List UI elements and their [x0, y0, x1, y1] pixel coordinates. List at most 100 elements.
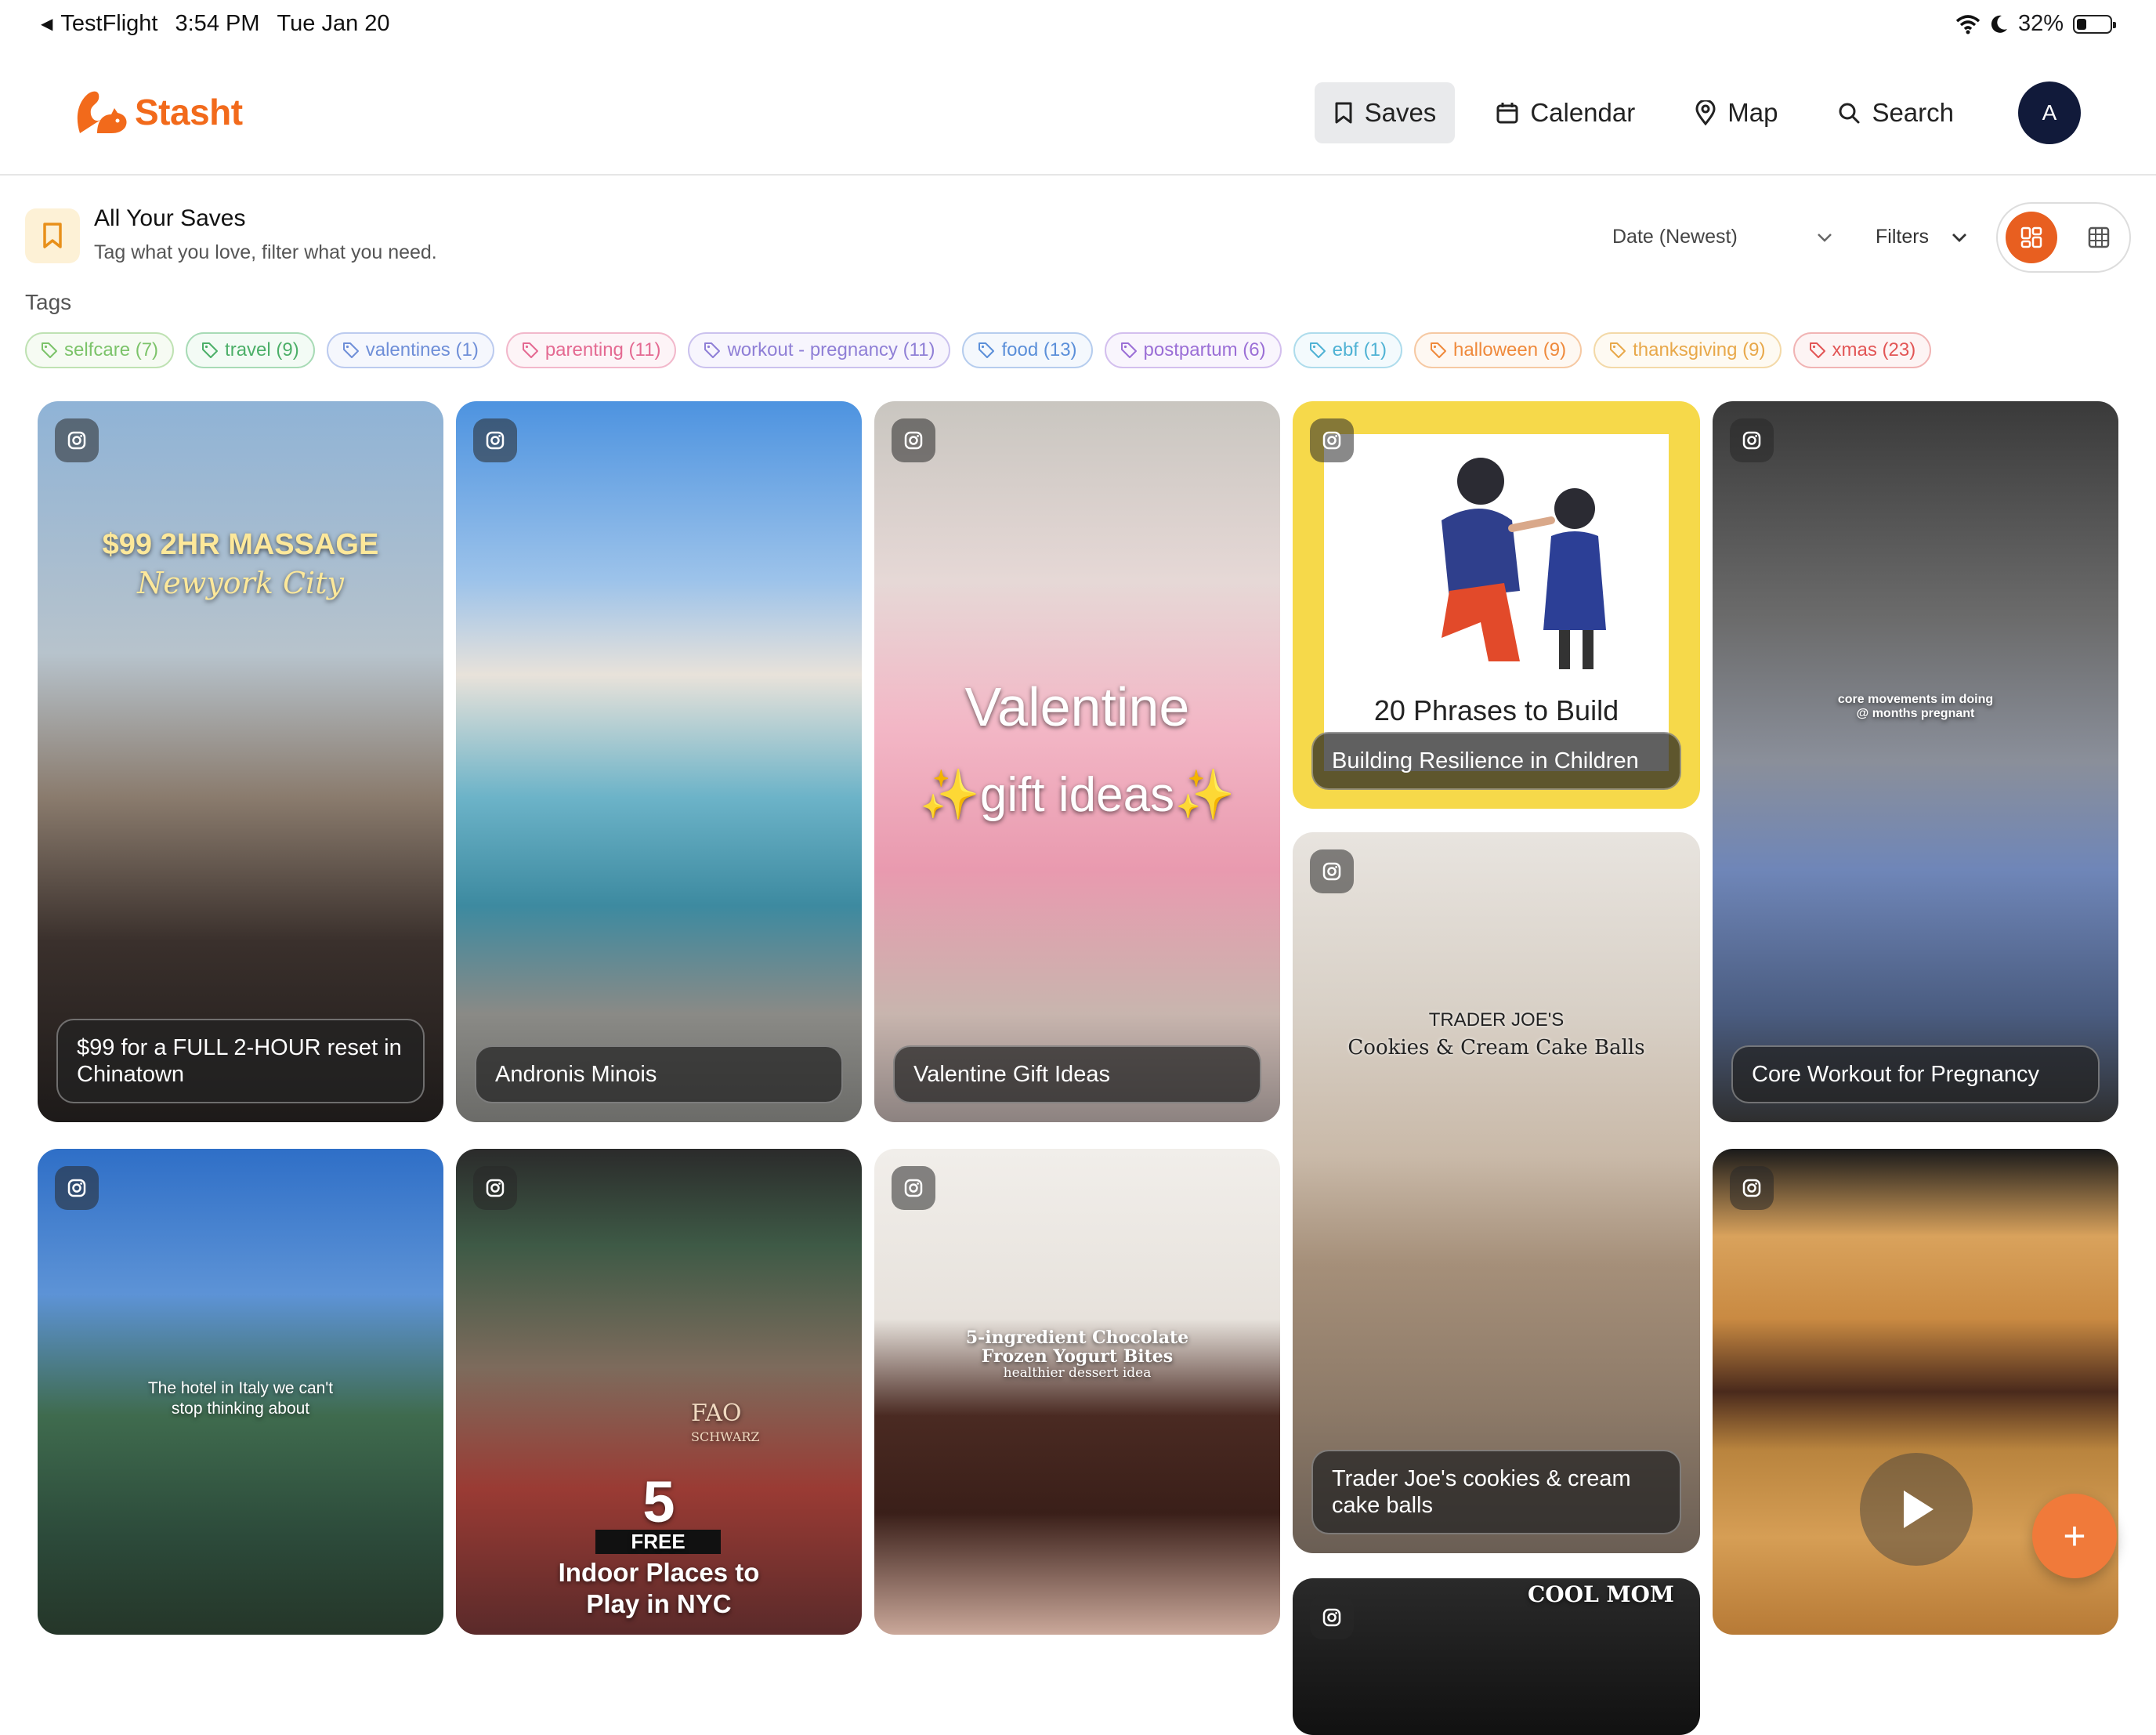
card-caption: Building Resilience in Children: [1311, 732, 1681, 790]
page-title: All Your Saves: [94, 205, 246, 231]
view-toggle: [1996, 202, 2131, 273]
tag-chip[interactable]: travel (9): [186, 332, 315, 368]
map-pin-icon: [1695, 100, 1716, 125]
chevron-down-icon[interactable]: [1814, 226, 1835, 249]
calendar-icon: [1496, 103, 1518, 124]
card-overlay-text: The hotel in Italy we can't: [147, 1379, 334, 1397]
main-nav: Saves Calendar Map Search A: [1314, 81, 2081, 144]
battery-icon: [2073, 14, 2116, 34]
logo-text: Stasht: [135, 92, 243, 132]
card-overlay-text: 5: [642, 1469, 675, 1534]
nav-saves[interactable]: Saves: [1314, 82, 1456, 143]
save-card[interactable]: Andronis Minois: [456, 401, 862, 1122]
play-icon: [1904, 1491, 1934, 1528]
tag-chip[interactable]: selfcare (7): [25, 332, 175, 368]
grid-view-button[interactable]: [2073, 212, 2125, 263]
tag-chip[interactable]: parenting (11): [505, 332, 677, 368]
tag-icon: [1809, 342, 1825, 358]
back-arrow-icon[interactable]: ◀: [41, 14, 52, 34]
parent-child-illustration: [1442, 458, 1606, 669]
tag-chip[interactable]: ebf (1): [1293, 332, 1402, 368]
tag-label: postpartum (6): [1143, 339, 1266, 360]
instagram-icon: [55, 1166, 99, 1210]
tag-icon: [1309, 342, 1326, 358]
save-card[interactable]: COOL MOM: [1293, 1578, 1700, 1735]
status-left: ◀ TestFlight 3:54 PM Tue Jan 20: [41, 11, 390, 37]
tag-icon: [42, 342, 57, 358]
save-card[interactable]: The hotel in Italy we can't stop thinkin…: [38, 1149, 443, 1635]
moon-icon: [1991, 15, 2007, 33]
save-card[interactable]: $99 2HR MASSAGE Newyork City $99 for a F…: [38, 401, 443, 1122]
nav-calendar[interactable]: Calendar: [1477, 82, 1654, 143]
save-card[interactable]: Valentine ✨gift ideas✨ Valentine Gift Id…: [874, 401, 1280, 1122]
card-caption: Valentine Gift Ideas: [893, 1045, 1261, 1103]
nav-map[interactable]: Map: [1676, 82, 1796, 143]
card-overlay-text: healthier dessert idea: [1003, 1365, 1152, 1381]
card-overlay-text: @ months pregnant: [1856, 707, 1975, 720]
avatar[interactable]: A: [2018, 81, 2081, 144]
nav-saves-label: Saves: [1364, 98, 1437, 127]
tag-list: selfcare (7) travel (9) valentines (1) p…: [25, 332, 1932, 368]
card-overlay-text: $99 2HR MASSAGE: [102, 528, 379, 561]
instagram-icon: [1310, 1596, 1354, 1639]
tag-icon: [979, 342, 995, 358]
sort-dropdown[interactable]: Date (Newest): [1612, 226, 1738, 248]
card-overlay-text: COOL MOM: [1528, 1581, 1674, 1607]
instagram-icon: [1730, 418, 1774, 462]
instagram-icon: [892, 418, 935, 462]
squirrel-logo-icon: [77, 91, 127, 133]
back-app-label[interactable]: TestFlight: [60, 11, 157, 37]
card-overlay-text: Cookies & Cream Cake Balls: [1348, 1036, 1645, 1059]
tag-chip[interactable]: workout - pregnancy (11): [688, 332, 951, 368]
filters-button[interactable]: Filters: [1876, 226, 1929, 248]
page-subtitle: Tag what you love, filter what you need.: [94, 241, 437, 263]
tag-label: parenting (11): [544, 339, 661, 360]
card-overlay-text: SCHWARZ: [691, 1429, 760, 1444]
grid-icon: [2088, 226, 2110, 248]
tag-label: valentines (1): [365, 339, 479, 360]
saves-section-icon: [25, 208, 80, 263]
card-caption: Andronis Minois: [475, 1045, 843, 1103]
status-date: Tue Jan 20: [277, 11, 390, 36]
masonry-view-button[interactable]: [2006, 212, 2057, 263]
tag-chip[interactable]: postpartum (6): [1104, 332, 1282, 368]
save-card[interactable]: TRADER JOE'S Cookies & Cream Cake Balls …: [1293, 832, 1700, 1553]
instagram-icon: [473, 418, 517, 462]
tag-chip[interactable]: xmas (23): [1792, 332, 1932, 368]
chevron-down-icon[interactable]: [1949, 226, 1970, 249]
card-overlay-text: Frozen Yogurt Bites: [981, 1346, 1174, 1367]
add-save-button[interactable]: +: [2032, 1494, 2117, 1578]
card-overlay-text: Indoor Places to: [558, 1558, 760, 1587]
nav-map-label: Map: [1727, 98, 1778, 127]
tag-chip[interactable]: thanksgiving (9): [1593, 332, 1782, 368]
card-overlay-text: Newyork City: [137, 566, 344, 600]
card-overlay-text: stop thinking about: [171, 1400, 310, 1418]
tag-label: ebf (1): [1332, 339, 1387, 360]
tag-chip[interactable]: valentines (1): [326, 332, 494, 368]
play-button[interactable]: [1860, 1453, 1973, 1566]
instagram-icon: [1730, 1166, 1774, 1210]
instagram-icon: [1310, 849, 1354, 893]
instagram-icon: [55, 418, 99, 462]
tag-label: halloween (9): [1452, 339, 1567, 360]
bookmark-icon: [43, 223, 62, 248]
logo[interactable]: Stasht: [74, 88, 243, 136]
nav-search[interactable]: Search: [1818, 82, 1973, 143]
save-card[interactable]: FAO SCHWARZ 5 FREE Indoor Places to Play…: [456, 1149, 862, 1635]
tag-icon: [522, 342, 538, 358]
tag-chip[interactable]: halloween (9): [1413, 332, 1583, 368]
card-overlay-text: TRADER JOE'S: [1428, 1009, 1565, 1030]
instagram-icon: [1310, 418, 1354, 462]
card-overlay-text: core movements im doing: [1837, 693, 1994, 706]
battery-percent: 32%: [2017, 11, 2064, 36]
tag-chip[interactable]: food (13): [962, 332, 1093, 368]
save-card[interactable]: 5-ingredient Chocolate Frozen Yogurt Bit…: [874, 1149, 1280, 1635]
save-card[interactable]: 20 Phrases to Build Building Resilience …: [1293, 401, 1700, 809]
tag-label: workout - pregnancy (11): [727, 339, 935, 360]
card-overlay-text: Play in NYC: [586, 1589, 732, 1618]
nav-search-label: Search: [1872, 98, 1954, 127]
masonry-grid-icon: [2020, 226, 2042, 248]
tag-label: selfcare (7): [64, 339, 159, 360]
save-card[interactable]: core movements im doing @ months pregnan…: [1713, 401, 2118, 1122]
tag-label: travel (9): [225, 339, 299, 360]
